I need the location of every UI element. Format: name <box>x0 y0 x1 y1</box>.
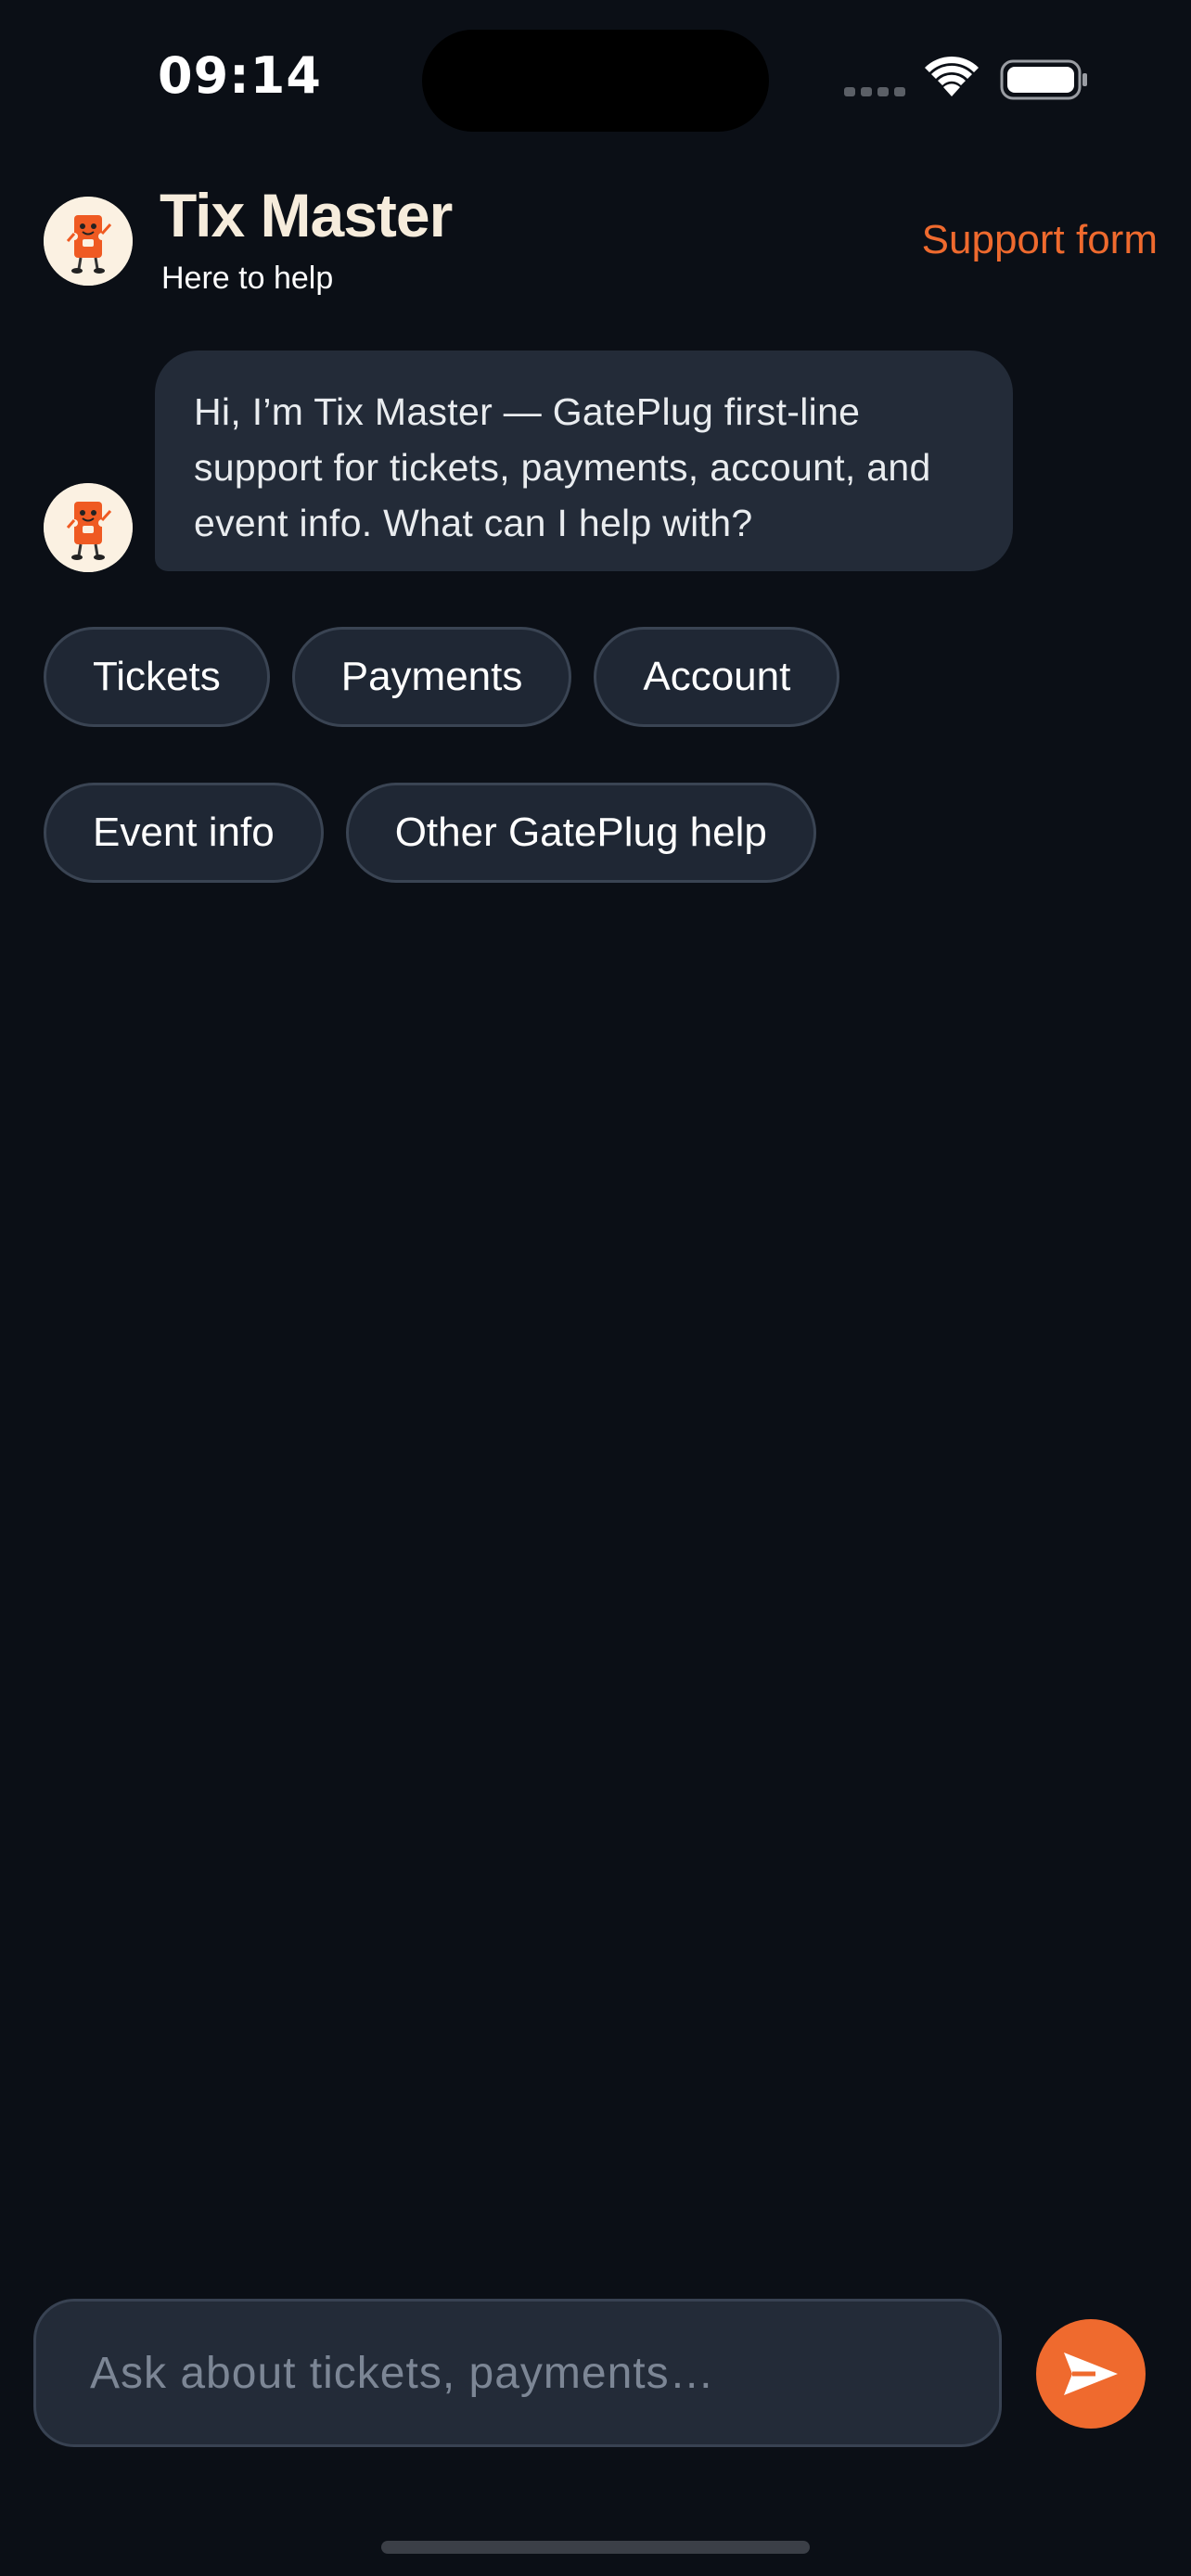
page-subtitle: Here to help <box>161 261 334 296</box>
quick-replies-row: Event info Other GatePlug help <box>44 783 971 883</box>
dynamic-island <box>422 30 769 132</box>
wifi-icon <box>925 56 979 96</box>
message-input-placeholder: Ask about tickets, payments… <box>90 2348 715 2398</box>
tix-master-avatar <box>44 197 133 286</box>
bot-message-avatar <box>44 483 133 572</box>
bot-message-bubble: Hi, I’m Tix Master — GatePlug first-line… <box>155 351 1013 571</box>
quick-replies: Tickets Payments Account Event info Othe… <box>44 627 971 938</box>
chip-payments[interactable]: Payments <box>291 627 572 727</box>
home-indicator[interactable] <box>381 2541 810 2554</box>
ticket-mascot-icon <box>44 483 133 572</box>
send-icon <box>1064 2353 1118 2395</box>
ticket-mascot-icon <box>44 197 133 286</box>
support-form-link[interactable]: Support form <box>922 217 1158 263</box>
cellular-signal-icon <box>844 87 905 96</box>
send-button[interactable] <box>1036 2319 1146 2429</box>
message-input[interactable]: Ask about tickets, payments… <box>33 2299 1002 2447</box>
chip-other-help[interactable]: Other GatePlug help <box>345 783 816 883</box>
battery-icon <box>1000 59 1087 100</box>
quick-replies-row: Tickets Payments Account <box>44 627 971 727</box>
chip-tickets[interactable]: Tickets <box>44 627 270 727</box>
chip-account[interactable]: Account <box>594 627 840 727</box>
chip-event-info[interactable]: Event info <box>44 783 324 883</box>
status-time: 09:14 <box>158 46 322 105</box>
page-title: Tix Master <box>160 181 453 249</box>
